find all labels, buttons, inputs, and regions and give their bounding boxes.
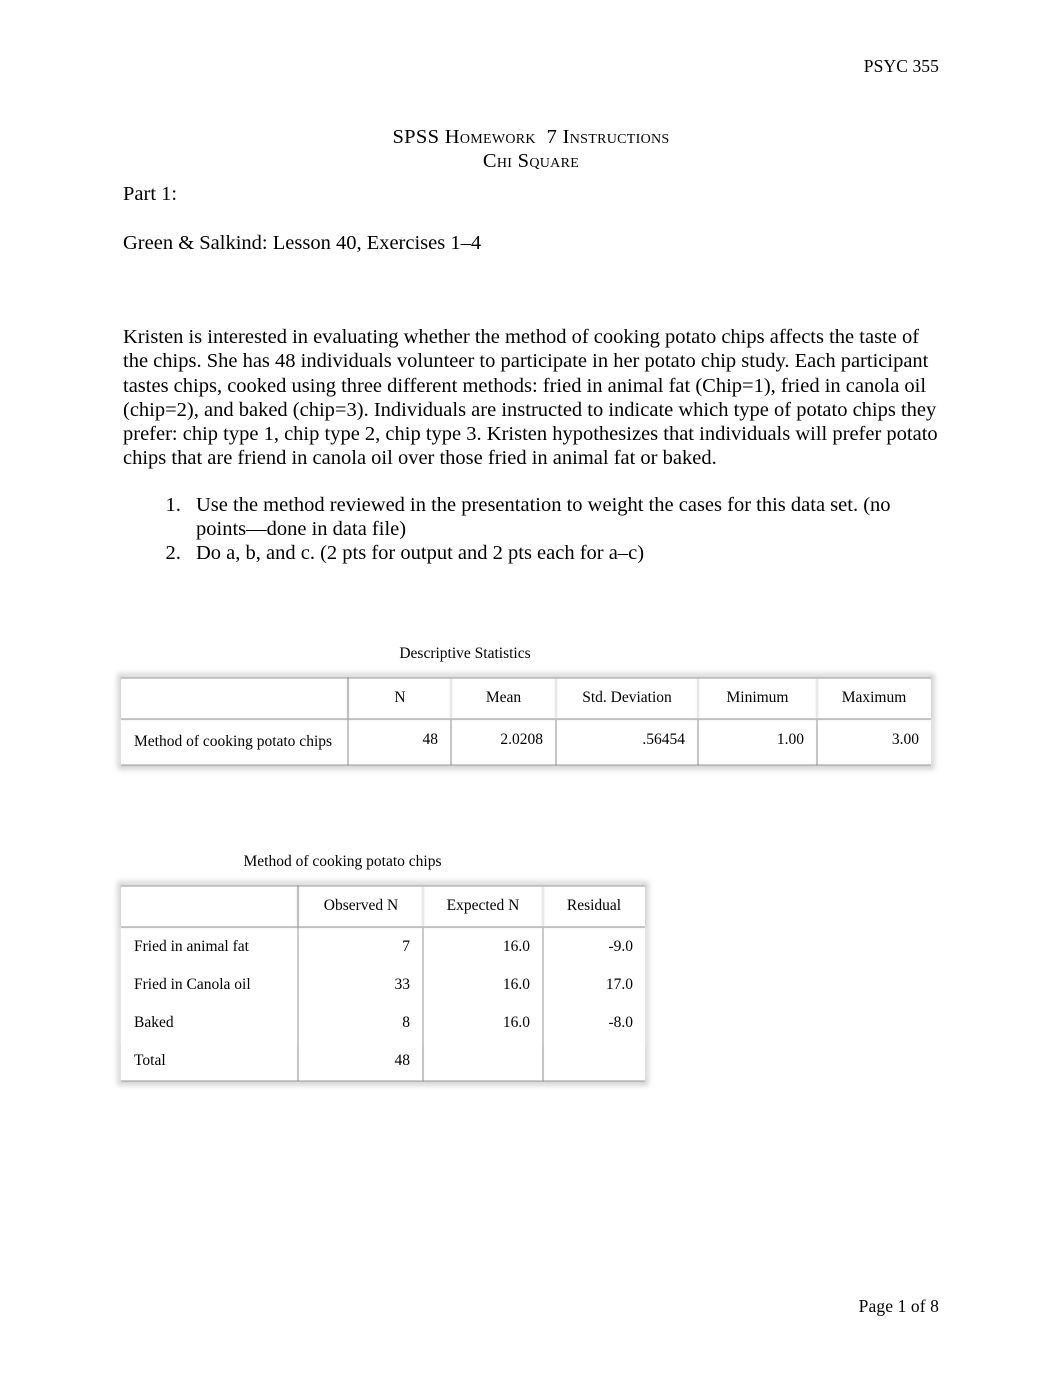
table-body: Method of cooking potato chips 48 2.0208… <box>121 718 931 767</box>
column-header-std-deviation: Std. Deviation <box>556 676 698 720</box>
cell-n: 48 <box>348 718 452 767</box>
part-label: Part 1: <box>123 183 178 205</box>
cell-expected-n: 16.0 <box>423 1003 544 1042</box>
table-header-row: Observed N Expected N Residual <box>121 884 645 928</box>
column-header-minimum: Minimum <box>698 676 817 720</box>
column-header-observed-n: Observed N <box>298 884 423 928</box>
document-body: Part 1: Green & Salkind: Lesson 40, Exer… <box>123 182 941 566</box>
column-header-corner <box>121 676 349 720</box>
table-header-row: N Mean Std. Deviation Minimum Maximum <box>121 676 931 720</box>
cell-residual: -9.0 <box>608 937 633 955</box>
list-item: Use the method reviewed in the presentat… <box>186 493 941 542</box>
table-row: Method of cooking potato chips 48 2.0208… <box>121 718 931 767</box>
table-caption: Descriptive Statistics <box>399 645 531 662</box>
document-title: SPSS Homework 7 Instructions <box>392 126 670 148</box>
descriptive-statistics-output: Descriptive Statistics N Mean Std. Devia… <box>115 645 937 773</box>
cell-observed-n: 48 <box>298 1041 424 1082</box>
document-title-block: SPSS Homework 7 Instructions Chi Square <box>123 126 939 173</box>
column-header-maximum: Maximum <box>817 676 931 720</box>
chi-square-frequencies-table: Observed N Expected N Residual Fried in … <box>121 884 645 1082</box>
row-label: Fried in Canola oil <box>121 965 299 1004</box>
table-header: N Mean Std. Deviation Minimum Maximum <box>121 676 931 720</box>
descriptive-statistics-table: N Mean Std. Deviation Minimum Maximum Me… <box>121 676 931 767</box>
column-header-mean: Mean <box>451 676 556 720</box>
document-subtitle: Chi Square <box>482 149 580 172</box>
document-page: PSYC 355 SPSS Homework 7 Instructions Ch… <box>0 0 1062 1377</box>
table-header: Observed N Expected N Residual <box>121 884 645 928</box>
chi-square-frequencies-output: Method of cooking potato chips Observed … <box>115 853 651 1088</box>
column-header-n: N <box>348 676 451 720</box>
textbook-reference: Green & Salkind: Lesson 40, Exercises 1–… <box>123 231 482 254</box>
row-label: Fried in animal fat <box>121 926 299 966</box>
cell-expected-n <box>423 1041 544 1082</box>
running-footer-page-number: Page 1 of 8 <box>858 1296 939 1316</box>
table-caption: Method of cooking potato chips <box>243 853 442 870</box>
cell-observed-n: 8 <box>298 1003 424 1042</box>
spss-table-frame: N Mean Std. Deviation Minimum Maximum Me… <box>115 670 937 773</box>
cell-observed-n: 7 <box>298 926 424 966</box>
running-header-course-code: PSYC 355 <box>863 56 939 76</box>
cell-mean: 2.0208 <box>451 718 557 767</box>
table-row: Baked 8 16.0 -8.0 <box>121 1003 645 1042</box>
cell-observed-n: 33 <box>298 965 424 1004</box>
task-list: Use the method reviewed in the presentat… <box>123 493 941 566</box>
cell-expected-n: 16.0 <box>423 926 544 966</box>
cell-expected-n: 16.0 <box>423 965 544 1004</box>
cell-residual: 17.0 <box>605 975 633 993</box>
column-header-expected-n: Expected N <box>423 884 543 928</box>
cell-residual <box>543 1041 645 1082</box>
table-row: Fried in Canola oil 33 16.0 17.0 <box>121 965 645 1004</box>
cell-std-deviation: .56454 <box>556 718 699 767</box>
table-body: Fried in animal fat 7 16.0 -9.0 Fried in… <box>121 926 645 1082</box>
column-header-residual: Residual <box>543 884 645 928</box>
scenario-paragraph: Kristen is interested in evaluating whet… <box>123 326 938 470</box>
row-label: Baked <box>121 1003 299 1042</box>
row-label: Method of cooking potato chips <box>121 718 349 767</box>
cell-minimum: 1.00 <box>698 718 818 767</box>
cell-residual: -8.0 <box>608 1013 633 1031</box>
row-label: Total <box>121 1041 299 1082</box>
list-item: Do a, b, and c. (2 pts for output and 2 … <box>186 541 941 565</box>
table-row: Total 48 <box>121 1041 645 1082</box>
spss-table-frame: Observed N Expected N Residual Fried in … <box>115 878 651 1088</box>
column-header-corner <box>121 884 299 928</box>
cell-maximum: 3.00 <box>817 718 931 767</box>
table-row: Fried in animal fat 7 16.0 -9.0 <box>121 926 645 966</box>
